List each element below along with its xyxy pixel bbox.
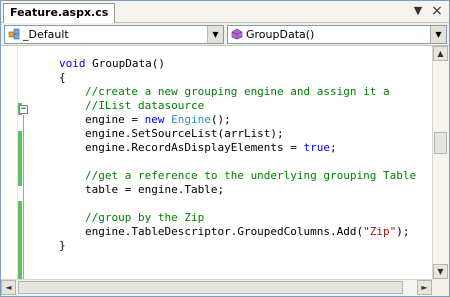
code-comment: //create a new grouping engine and assig… xyxy=(85,85,390,98)
scroll-left-icon[interactable]: ◄ xyxy=(1,280,16,295)
code-comment: //group by the Zip xyxy=(85,211,205,224)
code-line: engine.TableDescriptor.GroupedColumns.Ad… xyxy=(85,225,410,238)
code-comment: //IList datasource xyxy=(85,99,205,112)
code-line: engine.RecordAsDisplayElements = true; xyxy=(85,141,337,154)
change-bar xyxy=(18,131,22,186)
tab-feature-aspx-cs[interactable]: Feature.aspx.cs xyxy=(3,3,116,23)
scroll-right-icon[interactable]: ► xyxy=(417,280,432,295)
chevron-down-icon[interactable]: ▼ xyxy=(207,26,223,43)
navigation-bar: _Default ▼ GroupData() ▼ xyxy=(1,23,449,46)
vertical-scroll-thumb[interactable] xyxy=(434,132,447,154)
code-line: } xyxy=(59,239,66,252)
code-comment: //get a reference to the underlying grou… xyxy=(85,169,417,182)
indicator-margin xyxy=(1,46,18,279)
tab-dropdown-icon[interactable]: ▼ xyxy=(412,5,424,17)
chevron-down-icon[interactable]: ▼ xyxy=(430,26,446,43)
code-line: table = engine.Table; xyxy=(85,183,225,196)
class-combobox-value: _Default xyxy=(23,28,69,41)
vertical-scrollbar[interactable]: ▲ ▼ xyxy=(432,46,449,279)
code-line: { xyxy=(59,71,66,84)
code-editor-window: Feature.aspx.cs ▼ × _Default ▼ GroupData… xyxy=(0,0,450,297)
member-combobox-value: GroupData() xyxy=(246,28,315,41)
code-line: engine.SetSourceList(arrList); xyxy=(85,127,284,140)
collapse-icon[interactable]: − xyxy=(19,105,28,114)
close-icon[interactable]: × xyxy=(431,4,443,18)
class-combobox[interactable]: _Default ▼ xyxy=(4,25,224,44)
code-line: void GroupData() xyxy=(59,57,165,70)
class-icon xyxy=(8,28,20,40)
code-line: engine = new Engine(); xyxy=(85,113,231,126)
horizontal-scroll-thumb[interactable] xyxy=(18,281,403,294)
horizontal-scrollbar[interactable]: ◄ ► xyxy=(1,279,432,296)
scroll-down-icon[interactable]: ▼ xyxy=(433,264,448,279)
member-combobox[interactable]: GroupData() ▼ xyxy=(227,25,447,44)
scroll-up-icon[interactable]: ▲ xyxy=(433,46,448,61)
change-bar xyxy=(18,201,22,229)
scrollbar-corner xyxy=(432,279,449,296)
document-tab-strip: Feature.aspx.cs ▼ × xyxy=(1,1,449,23)
outline-guide xyxy=(23,115,24,285)
method-icon xyxy=(231,28,243,40)
code-editor[interactable]: − void GroupData() { //create a new grou… xyxy=(1,46,432,287)
